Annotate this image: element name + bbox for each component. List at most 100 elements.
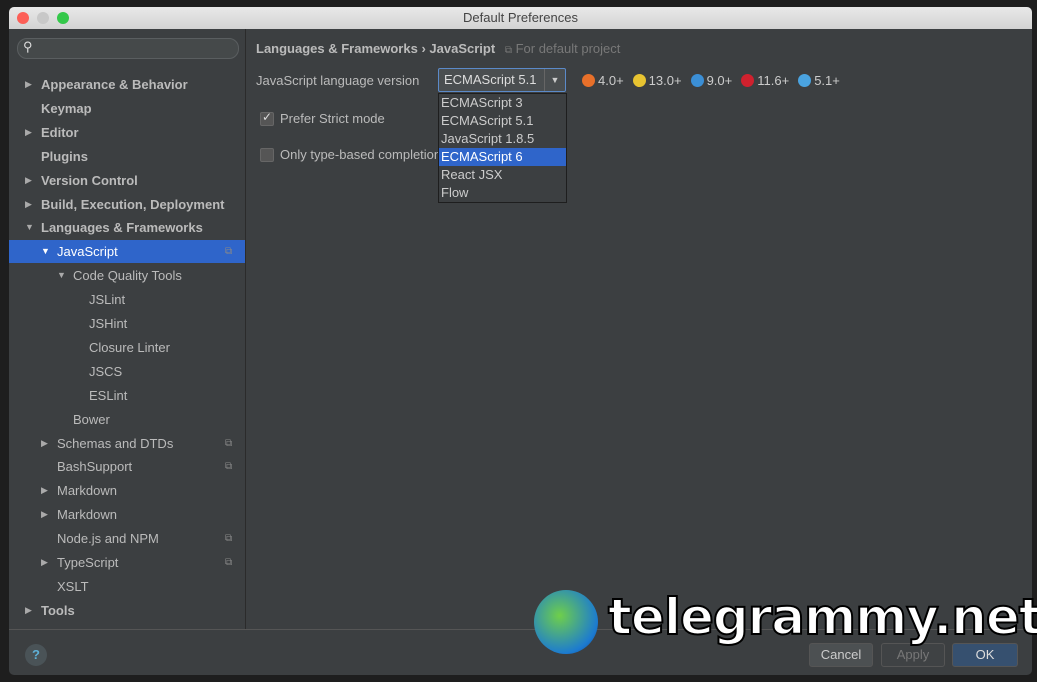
apply-button[interactable]: Apply: [881, 643, 945, 667]
breadcrumb-separator: ›: [421, 41, 426, 56]
cancel-button[interactable]: Cancel: [809, 643, 873, 667]
tree-item-jslint[interactable]: JSLint: [9, 288, 245, 311]
tree-item-label: Languages & Frameworks: [41, 220, 203, 236]
tree-item-jshint[interactable]: JSHint: [9, 312, 245, 335]
tree-item-label: BashSupport: [57, 459, 133, 475]
scope-label: For default project: [515, 41, 621, 56]
dropdown-option[interactable]: ECMAScript 6: [439, 148, 566, 166]
collapsed-arrow-icon[interactable]: ▶: [25, 599, 32, 622]
tree-item-label: JSHint: [89, 316, 128, 331]
tree-item-editor[interactable]: ▶ Editor: [9, 121, 245, 144]
tree-item-label: Plugins: [41, 148, 88, 164]
selected-value: ECMAScript 5.1: [444, 72, 537, 87]
expanded-arrow-icon[interactable]: ▼: [25, 216, 34, 239]
tree-item-label: Closure Linter: [89, 339, 170, 355]
settings-tree: ⚲ ▶ Appearance & Behavior Keymap ▶ Editor Plu…: [9, 29, 246, 629]
opera-icon: [741, 74, 755, 87]
collapsed-arrow-icon[interactable]: ▶: [25, 121, 32, 144]
collapsed-arrow-icon[interactable]: ▶: [25, 169, 32, 192]
dropdown-option[interactable]: React JSX: [439, 166, 566, 184]
tree-item-label: Tools: [41, 602, 75, 618]
tree-item-label: Markdown: [57, 507, 117, 523]
project-copy-icon: ⧉: [225, 437, 233, 449]
tree-item-typescript[interactable]: ▶ TypeScript ⧉: [9, 551, 245, 574]
tree-item-markdown[interactable]: ▶ Markdown: [9, 479, 245, 502]
tree-item-label: ESLint: [89, 387, 128, 403]
type-based-checkbox[interactable]: [260, 148, 274, 162]
dropdown-option[interactable]: ECMAScript 5.1: [439, 112, 566, 130]
tree-item-label: Schemas and DTDs: [57, 435, 174, 451]
tree-item-version-control[interactable]: ▶ Version Control: [9, 169, 245, 192]
tree-item-label: Editor: [41, 124, 79, 140]
tree-item-bower[interactable]: Bower: [9, 408, 245, 431]
chevron-down-icon[interactable]: ▼: [544, 69, 565, 91]
project-copy-icon: ⧉: [225, 533, 233, 545]
type-based-label: Only type-based completion: [280, 147, 438, 162]
close-window-button[interactable]: [17, 12, 29, 24]
tree-item-closure-linter[interactable]: Closure Linter: [9, 336, 245, 359]
search-input[interactable]: ⚲: [17, 38, 239, 59]
tree-item-label: JavaScript: [57, 244, 118, 260]
checkmark-icon: ✓: [262, 110, 273, 124]
tree-item-node-js-and-npm[interactable]: Node.js and NPM ⧉: [9, 527, 245, 550]
tree-item-languages-frameworks[interactable]: ▼ Languages & Frameworks: [9, 216, 245, 239]
search-icon: ⚲: [23, 39, 33, 54]
tree-item-label: XSLT: [57, 578, 89, 594]
collapsed-arrow-icon[interactable]: ▶: [25, 73, 32, 96]
help-button[interactable]: ?: [25, 644, 47, 666]
collapsed-arrow-icon[interactable]: ▶: [25, 193, 32, 216]
tree-item-code-quality-tools[interactable]: ▼ Code Quality Tools: [9, 264, 245, 287]
prefer-strict-label: Prefer Strict mode: [280, 111, 385, 126]
tree-item-label: Version Control: [41, 172, 138, 188]
dropdown-option[interactable]: JavaScript 1.8.5: [439, 130, 566, 148]
collapsed-arrow-icon[interactable]: ▶: [41, 479, 48, 502]
tree-item-label: Bower: [73, 411, 110, 427]
tree-item-keymap[interactable]: Keymap: [9, 97, 245, 120]
collapsed-arrow-icon[interactable]: ▶: [41, 551, 48, 574]
tree-item-javascript[interactable]: ▼ JavaScript ⧉: [9, 240, 245, 264]
tree-item-eslint[interactable]: ESLint: [9, 384, 245, 407]
breadcrumb: Languages & Frameworks › JavaScript ⧉ Fo…: [256, 41, 620, 56]
collapsed-arrow-icon[interactable]: ▶: [41, 503, 48, 526]
watermark: telegrammy.net: [607, 587, 1037, 647]
tree-item-appearance-behavior[interactable]: ▶ Appearance & Behavior: [9, 73, 245, 96]
tree-item-label: JSLint: [89, 292, 126, 308]
browser-version: 11.6+: [757, 73, 790, 88]
expanded-arrow-icon[interactable]: ▼: [57, 264, 66, 287]
tree-item-jscs[interactable]: JSCS: [9, 360, 245, 383]
copy-icon: ⧉: [504, 45, 512, 56]
browser-version: 13.0+: [648, 73, 682, 88]
tree-item-label: Code Quality Tools: [73, 268, 182, 284]
tree-item-build-execution-deployment[interactable]: ▶ Build, Execution, Deployment: [9, 193, 245, 216]
dropdown-option[interactable]: ECMAScript 3: [439, 94, 566, 112]
minimize-window-button[interactable]: [37, 12, 49, 24]
project-copy-icon: ⧉: [225, 557, 233, 568]
breadcrumb-current: JavaScript: [429, 41, 496, 56]
ie-icon: [690, 74, 704, 87]
settings-panel: Languages & Frameworks › JavaScript ⧉ Fo…: [246, 29, 1032, 629]
prefer-strict-checkbox[interactable]: ✓: [260, 110, 274, 126]
browser-version: 4.0+: [598, 73, 624, 88]
project-copy-icon: ⧉: [225, 246, 233, 258]
firefox-icon: [582, 74, 595, 87]
tree-item-bashsupport[interactable]: BashSupport ⧉: [9, 455, 245, 478]
tree-item-label: Appearance & Behavior: [41, 77, 188, 92]
breadcrumb-parent: Languages & Frameworks: [256, 41, 418, 56]
safari-icon: [798, 74, 812, 87]
browser-version: 5.1+: [814, 73, 840, 88]
ok-button[interactable]: OK: [952, 643, 1018, 667]
zoom-window-button[interactable]: [57, 12, 69, 24]
tree-item-markdown[interactable]: ▶ Markdown: [9, 503, 245, 526]
collapsed-arrow-icon[interactable]: ▶: [41, 432, 48, 455]
tree-item-xslt[interactable]: XSLT: [9, 575, 245, 598]
window-title: Default Preferences: [463, 10, 578, 25]
expanded-arrow-icon[interactable]: ▼: [41, 240, 50, 263]
browser-version: 9.0+: [706, 73, 733, 88]
language-version-select[interactable]: ECMAScript 5.1 ▼: [438, 68, 566, 92]
project-copy-icon: ⧉: [225, 461, 233, 473]
tree-item-tools[interactable]: ▶ Tools: [9, 599, 245, 622]
tree-item-schemas-and-dtds[interactable]: ▶ Schemas and DTDs ⧉: [9, 432, 245, 455]
language-version-label: JavaScript language version: [256, 73, 420, 88]
tree-item-plugins[interactable]: Plugins: [9, 145, 245, 168]
dropdown-option[interactable]: Flow: [439, 184, 566, 202]
